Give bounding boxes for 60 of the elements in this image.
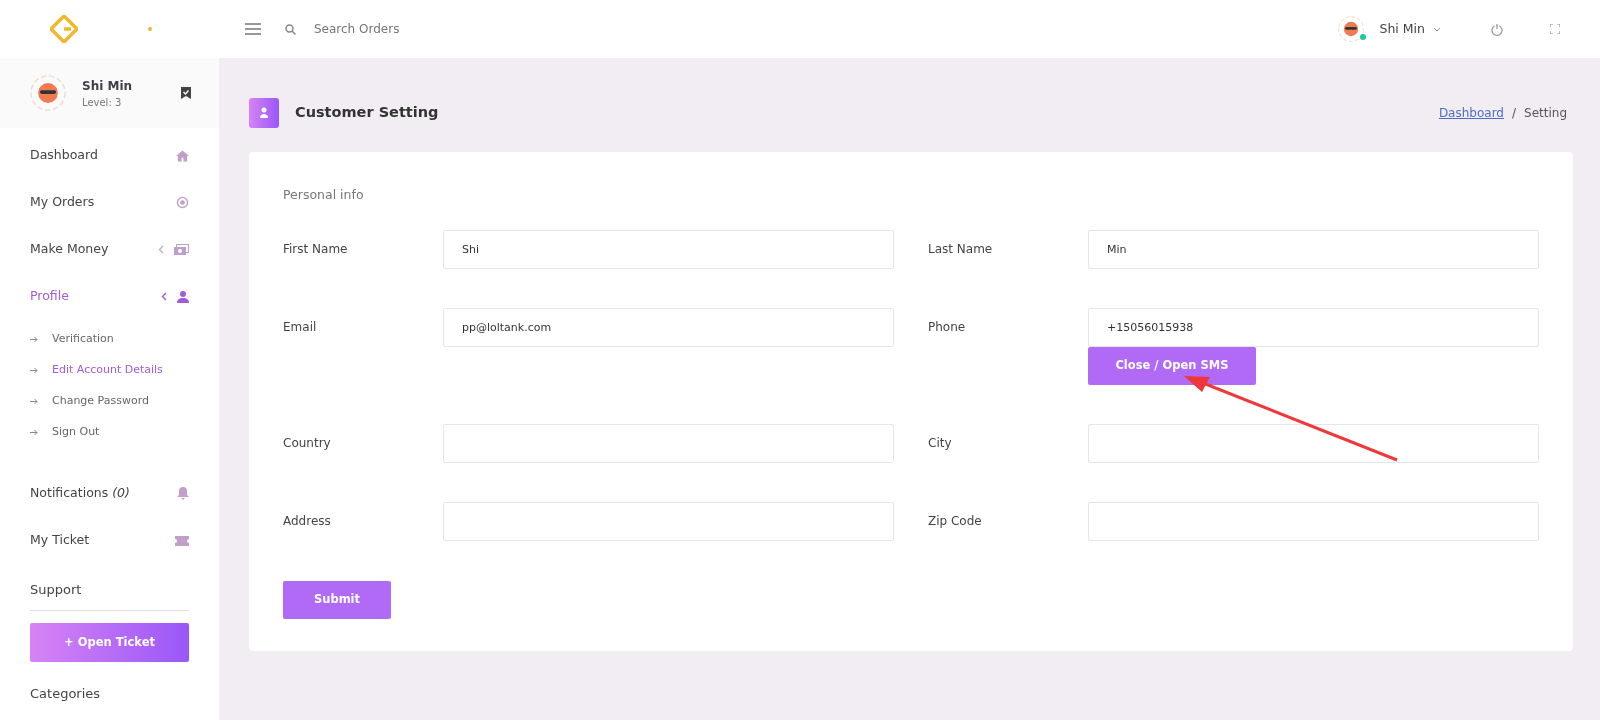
field-label: City bbox=[928, 436, 952, 451]
target-icon bbox=[176, 196, 189, 209]
field-label: Phone bbox=[928, 320, 966, 335]
fullscreen-icon[interactable] bbox=[1550, 24, 1560, 34]
submenu-item[interactable]: Change Password bbox=[52, 393, 149, 410]
arrow-icon bbox=[30, 429, 38, 436]
menu-icon[interactable] bbox=[245, 23, 261, 35]
sidebar-item[interactable]: Profile bbox=[0, 273, 219, 320]
sidebar-item[interactable]: Make Money bbox=[0, 226, 219, 273]
input-field[interactable] bbox=[1088, 423, 1539, 463]
input-field[interactable] bbox=[443, 423, 894, 463]
power-icon[interactable] bbox=[1491, 22, 1503, 36]
breadcrumb-separator: / bbox=[1512, 105, 1517, 122]
input-field[interactable]: +15056015938 bbox=[1088, 307, 1539, 347]
field-label: Email bbox=[283, 320, 317, 335]
sidebar-item[interactable]: My Ticket bbox=[0, 517, 219, 564]
field-label: Zip Code bbox=[928, 514, 982, 529]
submenu-item[interactable]: Edit Account Details bbox=[52, 362, 163, 379]
sidebar-item[interactable]: My Orders bbox=[0, 179, 219, 226]
logo-icon bbox=[50, 15, 78, 43]
arrow-icon bbox=[30, 336, 38, 343]
field-label: First Name bbox=[283, 242, 348, 257]
section-title: Personal info bbox=[283, 186, 365, 204]
search-field[interactable]: Search Orders bbox=[312, 19, 1338, 39]
page-title: Customer Setting bbox=[295, 103, 439, 123]
dot-icon bbox=[148, 27, 152, 31]
avatar-icon bbox=[30, 75, 66, 111]
arrow-icon bbox=[30, 367, 38, 374]
person-badge-icon bbox=[249, 98, 279, 128]
user-menu[interactable]: Shi Min bbox=[1379, 19, 1441, 39]
search-icon bbox=[285, 23, 296, 35]
sidebar-item[interactable]: Dashboard bbox=[0, 132, 219, 179]
bell-icon bbox=[177, 487, 189, 500]
chevron-icon bbox=[161, 292, 167, 301]
breadcrumb-current: Setting bbox=[1524, 105, 1567, 122]
caret-icon bbox=[1433, 26, 1441, 32]
avatar-icon bbox=[1337, 16, 1364, 42]
field-label: Address bbox=[283, 514, 331, 529]
input-field[interactable] bbox=[1088, 501, 1539, 541]
home-icon bbox=[176, 149, 189, 162]
chevron-icon bbox=[158, 245, 164, 254]
input-field[interactable]: Min bbox=[1088, 229, 1539, 269]
bookmark-icon[interactable] bbox=[181, 87, 191, 99]
field-label: Country bbox=[283, 436, 331, 451]
user-level: Level: 3 bbox=[82, 95, 123, 110]
input-field[interactable] bbox=[443, 501, 894, 541]
ticket-icon bbox=[175, 535, 189, 546]
input-field[interactable]: pp@loltank.com bbox=[443, 307, 894, 347]
section-heading: Support bbox=[30, 581, 82, 600]
field-label: Last Name bbox=[928, 242, 993, 257]
sidebar-item[interactable]: Notifications (0) bbox=[0, 470, 219, 517]
submenu-item[interactable]: Verification bbox=[52, 331, 114, 348]
user-name: Shi Min bbox=[82, 77, 134, 95]
person-icon bbox=[177, 290, 189, 303]
submenu-item[interactable]: Sign Out bbox=[52, 424, 100, 441]
input-field[interactable]: Shi bbox=[443, 229, 894, 269]
breadcrumb-link[interactable]: Dashboard bbox=[1438, 104, 1504, 122]
section-heading: Categories bbox=[30, 685, 101, 704]
money-icon bbox=[174, 244, 189, 255]
arrow-icon bbox=[30, 398, 38, 405]
